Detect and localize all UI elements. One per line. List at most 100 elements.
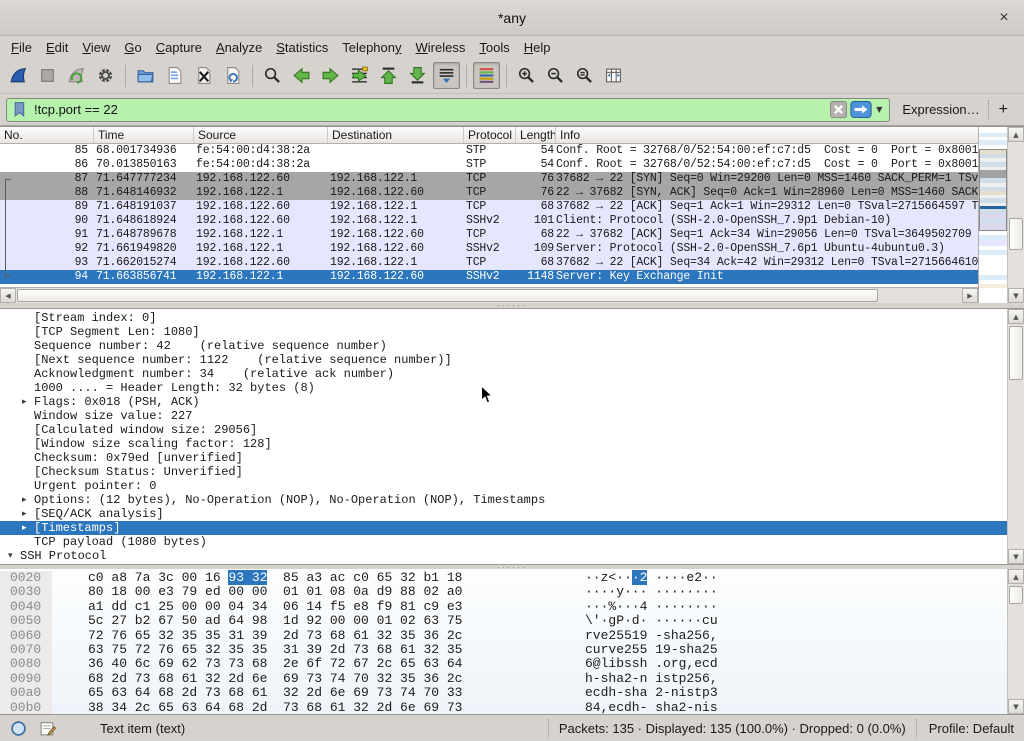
- expand-icon[interactable]: ▸: [22, 563, 27, 564]
- menu-help[interactable]: Help: [517, 38, 558, 57]
- hex-row-0080[interactable]: 008036 40 6c 69 62 73 73 68 2e 6f 72 67 …: [0, 657, 1007, 671]
- hex-row-0040[interactable]: 0040a1 dd c1 25 00 00 04 34 06 14 f5 e8 …: [0, 600, 1007, 614]
- display-filter-input[interactable]: !tcp.port == 22: [30, 102, 827, 117]
- scroll-up-icon[interactable]: ▲: [1008, 309, 1024, 324]
- expand-icon[interactable]: ▸: [22, 493, 27, 507]
- go-back-button[interactable]: [288, 62, 315, 89]
- close-file-button[interactable]: [190, 62, 217, 89]
- expression-button[interactable]: Expression…: [902, 102, 979, 117]
- vscroll-thumb[interactable]: [1009, 586, 1023, 604]
- resize-columns-button[interactable]: [600, 62, 627, 89]
- column-header-protocol[interactable]: Protocol: [464, 127, 516, 143]
- column-header-info[interactable]: Info: [556, 127, 978, 143]
- find-packet-button[interactable]: [259, 62, 286, 89]
- display-filter-field[interactable]: !tcp.port == 22 ▼: [6, 98, 890, 122]
- detail-row[interactable]: [Next sequence number: 1122 (relative se…: [0, 353, 1007, 367]
- packet-row-92[interactable]: 9271.661949820192.168.122.1192.168.122.6…: [0, 242, 978, 256]
- save-file-button[interactable]: [161, 62, 188, 89]
- restart-capture-button[interactable]: [63, 62, 90, 89]
- packet-row-91[interactable]: 9171.648789678192.168.122.1192.168.122.6…: [0, 228, 978, 242]
- column-header-time[interactable]: Time: [94, 127, 194, 143]
- detail-row[interactable]: ▸[SEQ/ACK analysis]: [0, 507, 1007, 521]
- scroll-down-icon[interactable]: ▼: [1008, 288, 1024, 303]
- packet-list-vscrollbar[interactable]: ▲ ▼: [1007, 127, 1024, 303]
- vscroll-thumb[interactable]: [1009, 218, 1023, 250]
- go-to-first-button[interactable]: [375, 62, 402, 89]
- auto-scroll-button[interactable]: [433, 62, 460, 89]
- apply-filter-icon[interactable]: [850, 101, 872, 118]
- column-header-source[interactable]: Source: [194, 127, 328, 143]
- profile-selector[interactable]: Profile: Default: [916, 719, 1024, 738]
- packet-row-88[interactable]: 8871.648146932192.168.122.1192.168.122.6…: [0, 186, 978, 200]
- menu-edit[interactable]: Edit: [39, 38, 75, 57]
- detail-row[interactable]: [Window size scaling factor: 128]: [0, 437, 1007, 451]
- detail-row[interactable]: [Stream index: 0]: [0, 311, 1007, 325]
- expand-icon[interactable]: ▸: [22, 395, 27, 409]
- menu-tools[interactable]: Tools: [472, 38, 516, 57]
- detail-row[interactable]: Checksum: 0x79ed [unverified]: [0, 451, 1007, 465]
- detail-row[interactable]: ▸Flags: 0x018 (PSH, ACK): [0, 395, 1007, 409]
- column-header-length[interactable]: Length: [516, 127, 556, 143]
- packet-row-90[interactable]: 9071.648618924192.168.122.60192.168.122.…: [0, 214, 978, 228]
- open-file-button[interactable]: [132, 62, 159, 89]
- packet-row-86[interactable]: 8670.013850163fe:54:00:d4:38:2aSTP54Conf…: [0, 158, 978, 172]
- column-header-destination[interactable]: Destination: [328, 127, 464, 143]
- scroll-down-icon[interactable]: ▼: [1008, 699, 1024, 714]
- detail-row[interactable]: ▸Options: (12 bytes), No-Operation (NOP)…: [0, 493, 1007, 507]
- zoom-out-button[interactable]: [542, 62, 569, 89]
- detail-row[interactable]: ▸SSH Version 2 (encryption:chacha20-poly…: [0, 563, 1007, 564]
- hscroll-thumb[interactable]: [17, 289, 878, 302]
- capture-comment-icon[interactable]: [39, 720, 56, 737]
- hex-row-00a0[interactable]: 00a065 63 64 68 2d 73 68 61 32 2d 6e 69 …: [0, 686, 1007, 700]
- menu-telephony[interactable]: Telephony: [335, 38, 408, 57]
- scroll-left-icon[interactable]: ◀: [0, 288, 16, 303]
- details-vscrollbar[interactable]: ▲ ▼: [1007, 309, 1024, 564]
- packet-row-89[interactable]: 8971.648191037192.168.122.60192.168.122.…: [0, 200, 978, 214]
- menu-analyze[interactable]: Analyze: [209, 38, 269, 57]
- detail-row[interactable]: 1000 .... = Header Length: 32 bytes (8): [0, 381, 1007, 395]
- filter-history-dropdown-icon[interactable]: ▼: [872, 105, 886, 114]
- hex-row-0020[interactable]: 0020c0 a8 7a 3c 00 16 93 32 85 a3 ac c0 …: [0, 571, 1007, 585]
- expand-icon[interactable]: ▸: [22, 507, 27, 521]
- collapse-icon[interactable]: ▾: [8, 549, 13, 563]
- detail-row[interactable]: Acknowledgment number: 34 (relative ack …: [0, 367, 1007, 381]
- detail-row[interactable]: ▾SSH Protocol: [0, 549, 1007, 563]
- detail-row[interactable]: [Checksum Status: Unverified]: [0, 465, 1007, 479]
- packet-row-94[interactable]: 9471.663856741192.168.122.1192.168.122.6…: [0, 270, 978, 284]
- menu-file[interactable]: File: [4, 38, 39, 57]
- detail-row[interactable]: TCP payload (1080 bytes): [0, 535, 1007, 549]
- hex-row-00b0[interactable]: 00b038 34 2c 65 63 64 68 2d 73 68 61 32 …: [0, 701, 1007, 714]
- close-window-icon[interactable]: ×: [994, 8, 1014, 28]
- expand-icon[interactable]: ▸: [22, 521, 27, 535]
- packet-row-85[interactable]: 8568.001734936fe:54:00:d4:38:2aSTP54Conf…: [0, 144, 978, 158]
- expert-info-icon[interactable]: [10, 720, 27, 737]
- zoom-in-button[interactable]: [513, 62, 540, 89]
- packet-row-93[interactable]: 9371.662015274192.168.122.60192.168.122.…: [0, 256, 978, 270]
- menu-go[interactable]: Go: [117, 38, 148, 57]
- menu-statistics[interactable]: Statistics: [269, 38, 335, 57]
- packet-list-hscrollbar[interactable]: ◀ ▶: [0, 287, 978, 303]
- menu-capture[interactable]: Capture: [149, 38, 209, 57]
- detail-row[interactable]: [Calculated window size: 29056]: [0, 423, 1007, 437]
- packet-row-87[interactable]: 8771.647777234192.168.122.60192.168.122.…: [0, 172, 978, 186]
- menu-view[interactable]: View: [75, 38, 117, 57]
- start-capture-button[interactable]: [5, 62, 32, 89]
- hex-row-0050[interactable]: 00505c 27 b2 67 50 ad 64 98 1d 92 00 00 …: [0, 614, 1007, 628]
- column-header-no[interactable]: No.: [0, 127, 94, 143]
- scroll-up-icon[interactable]: ▲: [1008, 569, 1024, 584]
- minimap-thumb[interactable]: [979, 149, 1007, 231]
- hex-row-0090[interactable]: 009068 2d 73 68 61 32 2d 6e 69 73 74 70 …: [0, 672, 1007, 686]
- detail-row[interactable]: ▸[Timestamps]: [0, 521, 1007, 535]
- hex-row-0060[interactable]: 006072 76 65 32 35 35 31 39 2d 73 68 61 …: [0, 629, 1007, 643]
- detail-row[interactable]: Window size value: 227: [0, 409, 1007, 423]
- go-to-last-button[interactable]: [404, 62, 431, 89]
- colorize-packets-button[interactable]: [473, 62, 500, 89]
- menu-wireless[interactable]: Wireless: [409, 38, 473, 57]
- capture-options-button[interactable]: [92, 62, 119, 89]
- reload-file-button[interactable]: [219, 62, 246, 89]
- hex-row-0030[interactable]: 003080 18 00 e3 79 ed 00 00 01 01 08 0a …: [0, 585, 1007, 599]
- zoom-original-button[interactable]: [571, 62, 598, 89]
- add-filter-button[interactable]: +: [988, 100, 1018, 120]
- scroll-down-icon[interactable]: ▼: [1008, 549, 1024, 564]
- clear-filter-icon[interactable]: [830, 101, 847, 118]
